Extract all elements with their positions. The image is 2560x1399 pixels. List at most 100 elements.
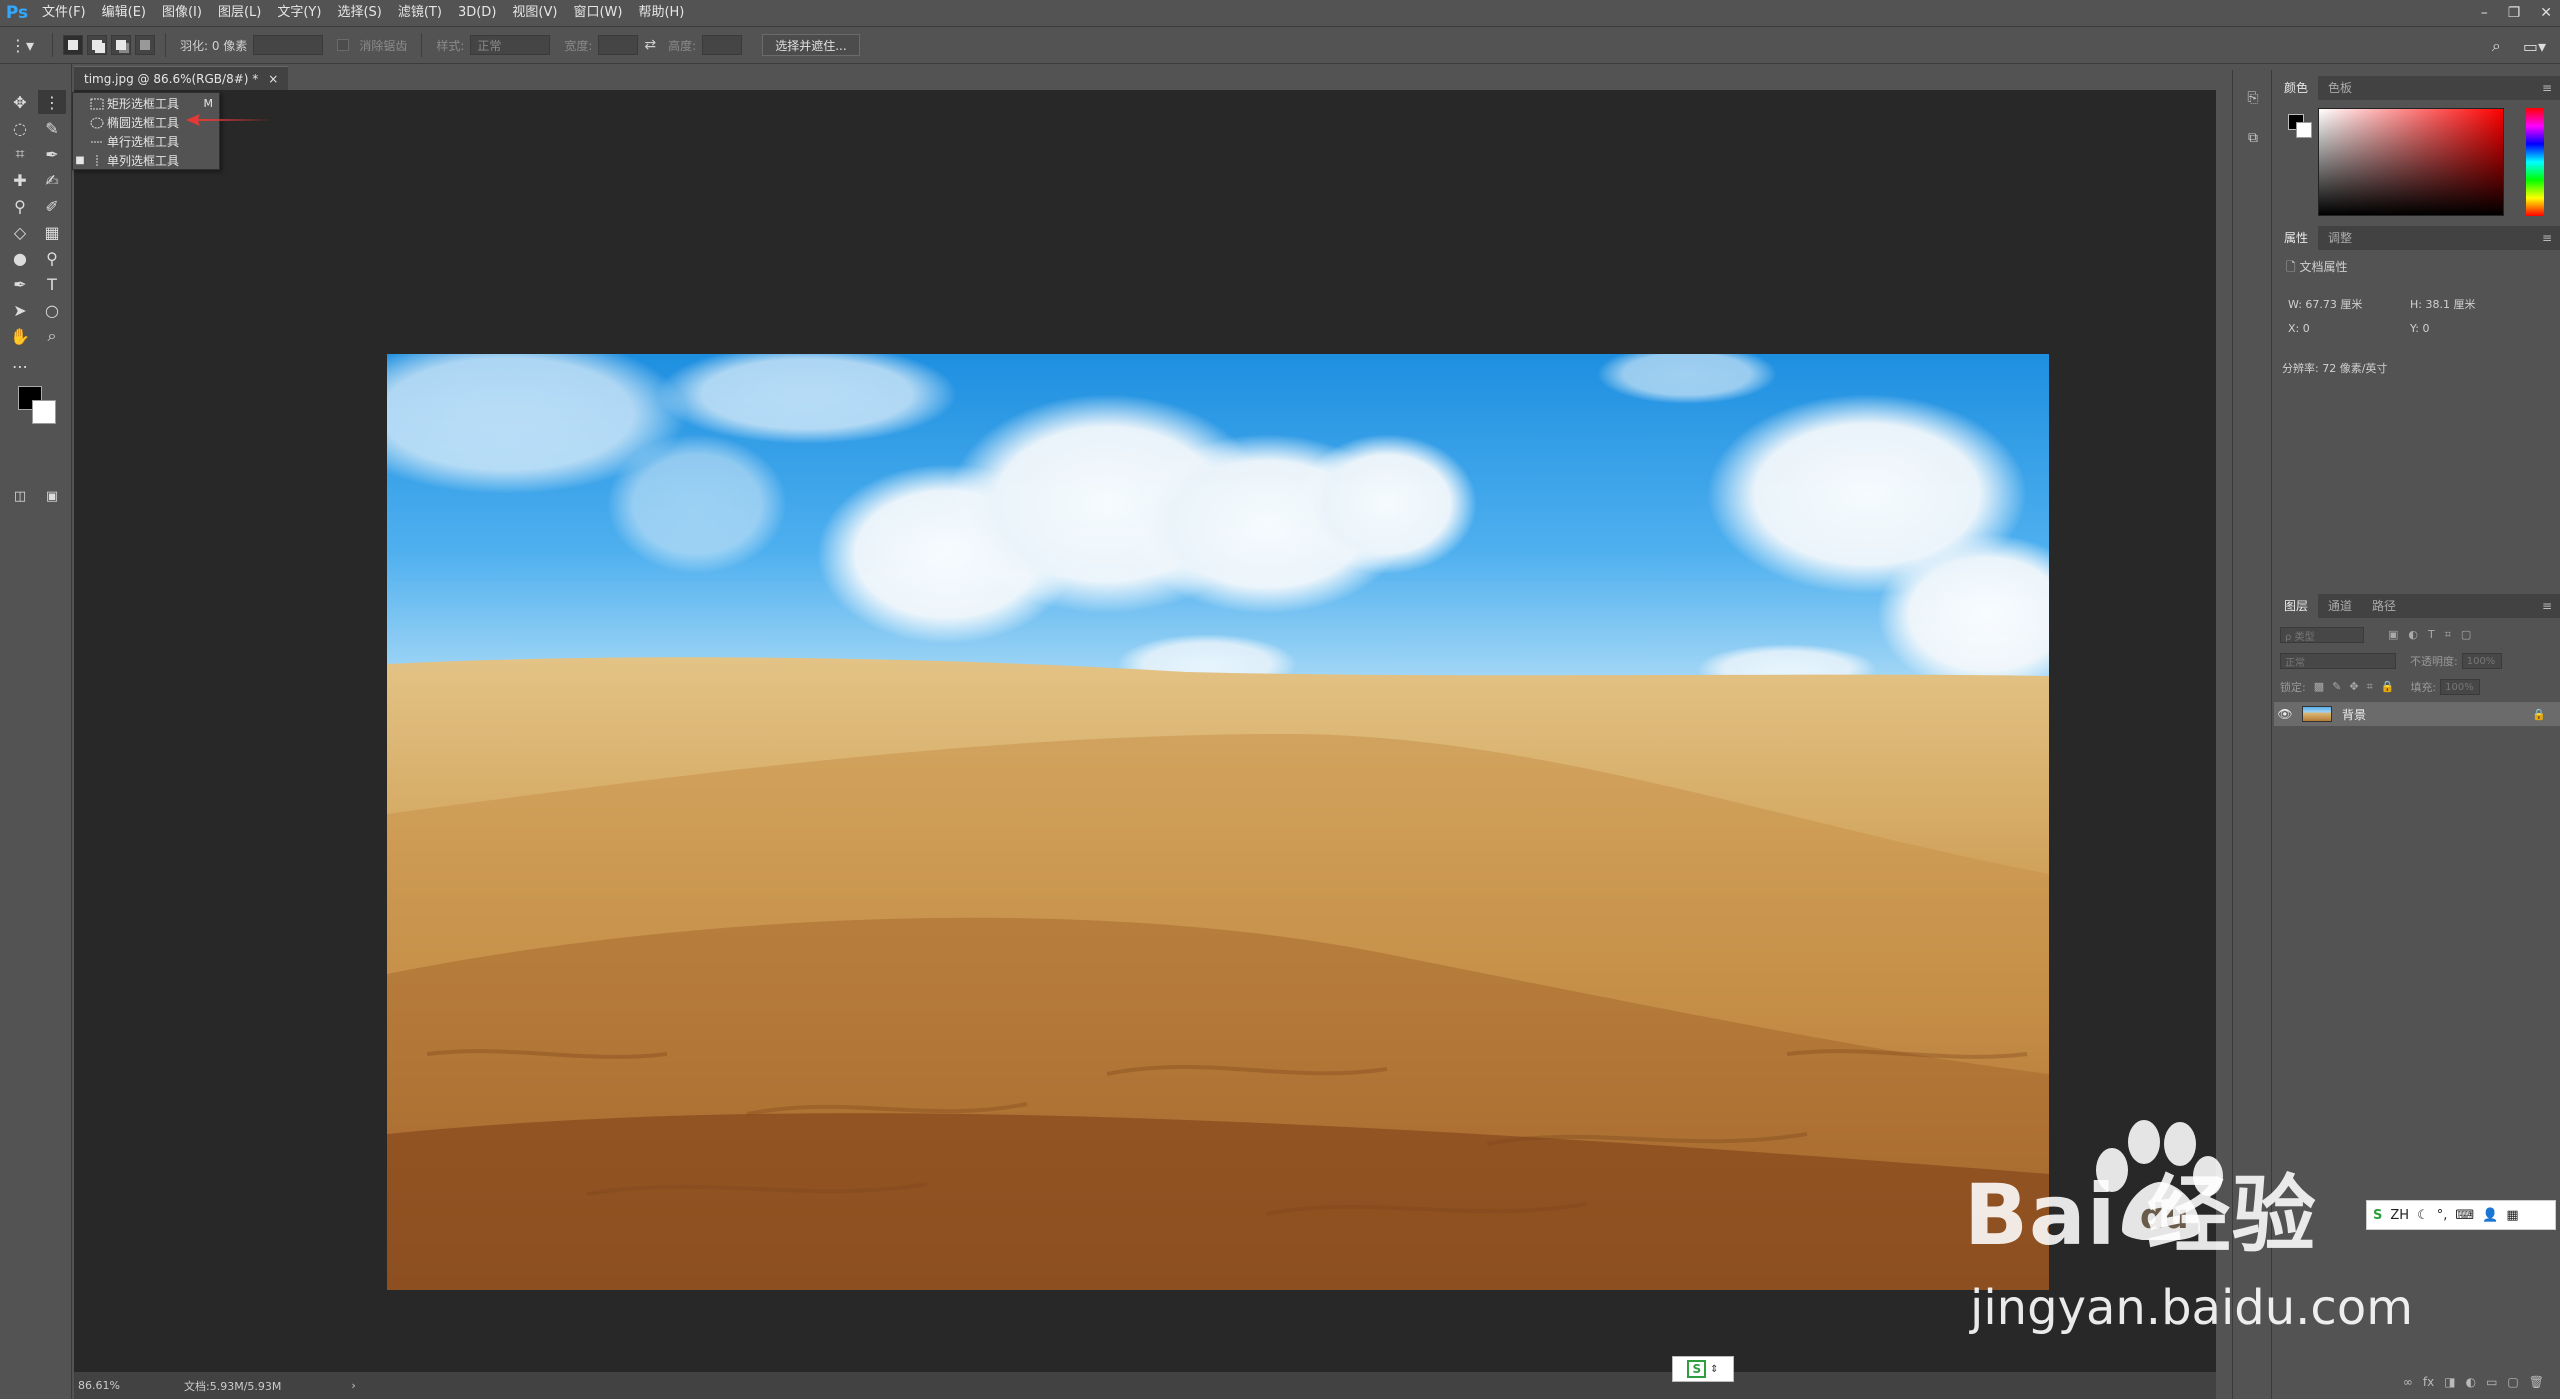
history-brush-icon[interactable]: ✐ <box>38 194 66 218</box>
menu-help[interactable]: 帮助(H) <box>630 0 692 26</box>
tab-paths[interactable]: 路径 <box>2362 594 2406 618</box>
crop-tool-icon[interactable]: ⌗ <box>6 142 34 166</box>
menu-file[interactable]: 文件(F) <box>34 0 94 26</box>
layer-style-icon[interactable]: fx <box>2423 1375 2434 1389</box>
healing-brush-icon[interactable]: ✚ <box>6 168 34 192</box>
opacity-input[interactable]: 100% <box>2461 653 2502 669</box>
tab-properties[interactable]: 属性 <box>2274 226 2319 250</box>
single-row-marquee-item[interactable]: 单行选框工具 <box>73 132 221 151</box>
status-menu-arrow[interactable]: › <box>351 1379 355 1392</box>
document-tab[interactable]: timg.jpg @ 86.6%(RGB/8#) * × <box>74 66 289 90</box>
path-select-icon[interactable]: ➤ <box>6 298 34 322</box>
fill-input[interactable]: 100% <box>2440 679 2481 695</box>
feather-label[interactable]: 羽化: 0 像素 <box>180 37 247 54</box>
menu-filter[interactable]: 滤镜(T) <box>390 0 450 26</box>
layer-name[interactable]: 背景 <box>2342 706 2366 723</box>
menu-select[interactable]: 选择(S) <box>329 0 389 26</box>
delete-layer-icon[interactable]: 🗑 <box>2529 1375 2544 1389</box>
keyboard-icon[interactable]: ⌨ <box>2455 1208 2474 1223</box>
clone-stamp-icon[interactable]: ⚲ <box>6 194 34 218</box>
style-select[interactable]: 正常 <box>470 35 551 55</box>
pen-tool-icon[interactable]: ✒ <box>6 272 34 296</box>
new-group-icon[interactable]: ▭ <box>2486 1375 2497 1389</box>
layer-row-background[interactable]: 👁 背景 🔒 <box>2274 702 2560 726</box>
adjustment-layer-icon[interactable]: ◐ <box>2466 1375 2476 1389</box>
desert-photo[interactable] <box>387 354 2049 1290</box>
tab-swatches[interactable]: 色板 <box>2318 76 2362 100</box>
zoom-level[interactable]: 86.61% <box>74 1379 154 1392</box>
tab-color[interactable]: 颜色 <box>2274 76 2319 100</box>
zoom-tool-icon[interactable]: ⌕ <box>38 324 66 348</box>
menu-3d[interactable]: 3D(D) <box>450 0 504 26</box>
feather-input[interactable] <box>253 35 324 55</box>
workspace-icon[interactable]: ▭▾ <box>2523 37 2546 56</box>
blend-mode-select[interactable]: 正常 <box>2280 653 2396 669</box>
quick-select-tool-icon[interactable]: ✎ <box>38 116 66 140</box>
menu-edit[interactable]: 编辑(E) <box>94 0 154 26</box>
restore-button[interactable]: ❐ <box>2508 5 2521 21</box>
rect-marquee-item[interactable]: 矩形选框工具 M <box>73 94 221 113</box>
ellipse-shape-icon[interactable]: ○ <box>38 298 66 322</box>
punctuation-icon[interactable]: °, <box>2437 1208 2448 1223</box>
quick-mask-icon[interactable]: ◫ <box>6 484 34 508</box>
grid-icon[interactable]: ▦ <box>2506 1208 2518 1223</box>
close-tab-icon[interactable]: × <box>268 72 278 86</box>
height-input[interactable] <box>702 35 743 55</box>
search-icon[interactable]: ⌕ <box>2492 36 2501 56</box>
visibility-eye-icon[interactable]: 👁 <box>2274 707 2296 721</box>
antialias-checkbox[interactable]: 消除锯齿 <box>337 37 413 54</box>
canvas-area[interactable] <box>74 90 2216 1372</box>
panel-menu-icon[interactable]: ≡ <box>2542 231 2552 245</box>
move-tool-icon[interactable]: ✥ <box>6 90 34 114</box>
ime-logo-icon[interactable]: S <box>2373 1208 2382 1223</box>
subtract-selection-button[interactable] <box>111 35 131 55</box>
panel-background-swatch[interactable] <box>2296 122 2312 138</box>
dodge-tool-icon[interactable]: ⚲ <box>38 246 66 270</box>
screen-mode-icon[interactable]: ▣ <box>38 484 66 508</box>
menu-image[interactable]: 图像(I) <box>154 0 210 26</box>
hand-tool-icon[interactable]: ✋ <box>6 324 34 348</box>
hue-slider[interactable] <box>2526 108 2544 216</box>
tool-preset-icon[interactable]: ⋮▾ <box>0 36 44 55</box>
layer-filter-icons[interactable]: ▣◐T⌗▢ <box>2388 628 2481 642</box>
menu-window[interactable]: 窗口(W) <box>565 0 630 26</box>
intersect-selection-button[interactable] <box>135 35 155 55</box>
eyedropper-tool-icon[interactable]: ✒ <box>38 142 66 166</box>
minimize-button[interactable]: – <box>2481 5 2488 21</box>
add-mask-icon[interactable]: ◨ <box>2444 1375 2455 1389</box>
color-picker-field[interactable] <box>2318 108 2504 216</box>
ime-language[interactable]: ZH <box>2390 1208 2409 1223</box>
background-color-swatch[interactable] <box>32 400 56 424</box>
type-tool-icon[interactable]: T <box>38 272 66 296</box>
select-and-mask-button[interactable]: 选择并遮住... <box>762 34 860 56</box>
more-tools-icon[interactable]: ⋯ <box>6 354 34 378</box>
prop-height[interactable]: H: 38.1 厘米 <box>2410 296 2475 312</box>
ime-mini[interactable]: S ⇕ <box>1672 1356 1734 1382</box>
menu-layer[interactable]: 图层(L) <box>210 0 269 26</box>
tab-adjustments[interactable]: 调整 <box>2318 226 2362 250</box>
gradient-tool-icon[interactable]: ▦ <box>38 220 66 244</box>
lock-icons[interactable]: ▩✎✥⌗🔒 <box>2314 680 2403 694</box>
lasso-tool-icon[interactable]: ◌ <box>6 116 34 140</box>
properties-panel-icon[interactable]: ⧉ <box>2241 126 2265 150</box>
brush-tool-icon[interactable]: ✍ <box>38 168 66 192</box>
panel-menu-icon[interactable]: ≡ <box>2542 599 2552 613</box>
layer-filter-select[interactable]: ρ 类型 <box>2280 627 2364 643</box>
width-input[interactable] <box>598 35 639 55</box>
menu-type[interactable]: 文字(Y) <box>269 0 329 26</box>
eraser-tool-icon[interactable]: ◇ <box>6 220 34 244</box>
new-selection-button[interactable] <box>63 35 83 55</box>
tab-layers[interactable]: 图层 <box>2274 594 2319 618</box>
prop-y[interactable]: Y: 0 <box>2410 322 2429 335</box>
marquee-tool-icon[interactable]: ⋮ <box>38 90 66 114</box>
tab-channels[interactable]: 通道 <box>2318 594 2362 618</box>
close-button[interactable]: ✕ <box>2540 5 2552 21</box>
prop-width[interactable]: W: 67.73 厘米 <box>2288 296 2362 312</box>
menu-view[interactable]: 视图(V) <box>504 0 565 26</box>
swap-icon[interactable]: ⇄ <box>644 37 656 53</box>
blur-tool-icon[interactable]: ● <box>6 246 34 270</box>
new-layer-icon[interactable]: ▢ <box>2507 1375 2518 1389</box>
prop-x[interactable]: X: 0 <box>2288 322 2310 335</box>
panel-menu-icon[interactable]: ≡ <box>2542 81 2552 95</box>
history-panel-icon[interactable]: ⎘ <box>2241 86 2265 110</box>
